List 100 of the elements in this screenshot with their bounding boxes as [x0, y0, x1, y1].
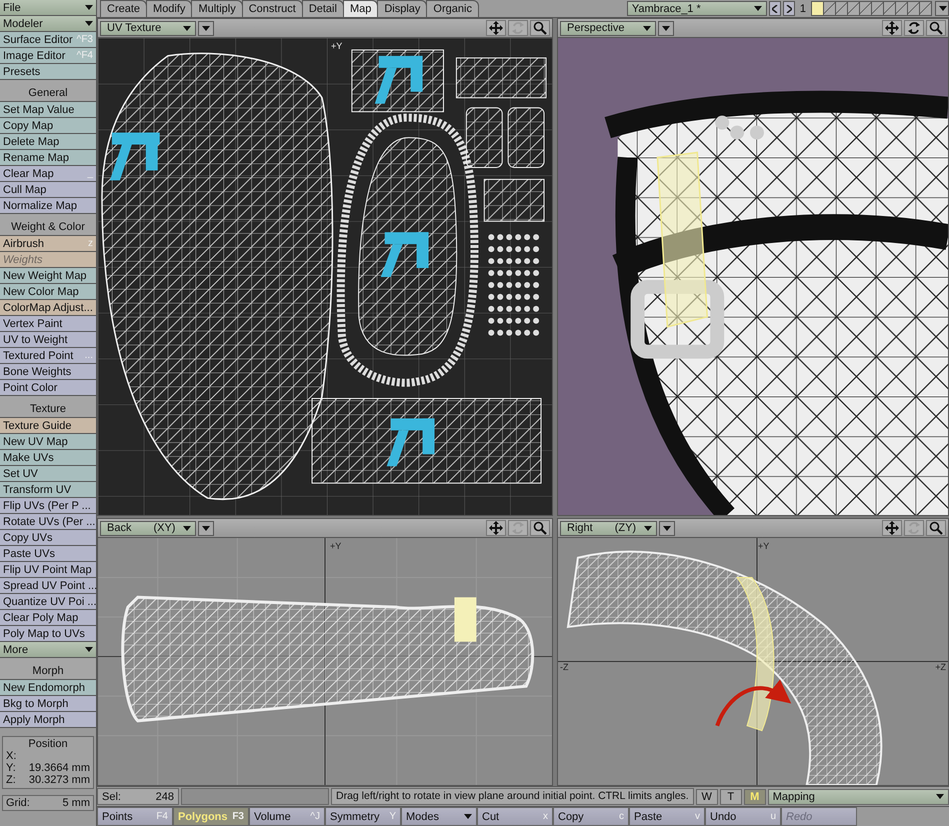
tool-button[interactable]: Poly Map to UVs	[0, 626, 96, 642]
caret-icon	[183, 26, 191, 30]
tool-button[interactable]: Rotate UVs (Per ...	[0, 514, 96, 530]
search-button[interactable]	[926, 520, 946, 536]
tool-button[interactable]: Bone Weights	[0, 364, 96, 380]
view-dropdown[interactable]: Back (XY)	[100, 520, 196, 536]
layer-toggle[interactable]	[823, 1, 836, 16]
mapping-dropdown[interactable]: Mapping	[768, 788, 949, 805]
tool-button[interactable]: Paste UVs	[0, 546, 96, 562]
tool-button[interactable]: Image Editor ^F4	[0, 48, 96, 64]
view-dropdown[interactable]: UV Texture	[100, 20, 196, 36]
rotate-button[interactable]	[904, 20, 924, 36]
modes-dropdown[interactable]: Modes	[401, 807, 477, 826]
tool-button[interactable]: Set UV	[0, 466, 96, 482]
object-dropdown[interactable]: Yambrace_1 *	[626, 1, 767, 16]
tab[interactable]: Display	[377, 0, 428, 17]
move-button[interactable]	[486, 20, 506, 36]
tool-button[interactable]: Airbrush z	[0, 236, 96, 252]
caret-icon	[85, 21, 93, 26]
tab[interactable]: Create	[100, 0, 148, 17]
tool-button[interactable]: Surface Editor ^F3	[0, 32, 96, 48]
tool-button[interactable]: Clear Map _	[0, 166, 96, 182]
layer-toggle[interactable]	[895, 1, 908, 16]
layer-toggle[interactable]	[883, 1, 896, 16]
toolbar-button[interactable]: Volume ^J	[249, 807, 325, 826]
toolbar-button[interactable]: Points F4	[97, 807, 173, 826]
tool-button[interactable]: Flip UV Point Map	[0, 562, 96, 578]
mode-button[interactable]: T	[720, 788, 742, 805]
layer-toggle[interactable]	[871, 1, 884, 16]
tool-button[interactable]: Delete Map	[0, 134, 96, 150]
toolbar-button[interactable]: Paste v	[629, 807, 705, 826]
search-button[interactable]	[926, 20, 946, 36]
tool-button[interactable]: Copy UVs	[0, 530, 96, 546]
tool-button[interactable]: New Color Map	[0, 284, 96, 300]
menu-dropdown[interactable]: More	[0, 642, 96, 658]
toolbar-button[interactable]: Cut x	[477, 807, 553, 826]
options-dropdown[interactable]	[658, 20, 674, 36]
view-dropdown[interactable]: Right (ZY)	[560, 520, 658, 536]
layer-toggle[interactable]	[835, 1, 848, 16]
menu-dropdown[interactable]: File	[0, 0, 96, 16]
tool-button[interactable]: Apply Morph	[0, 712, 96, 728]
move-button[interactable]	[486, 520, 506, 536]
tool-button[interactable]: Normalize Map	[0, 198, 96, 214]
tab[interactable]: Construct	[242, 0, 303, 17]
tool-button[interactable]: Texture Guide	[0, 418, 96, 434]
tool-button[interactable]: Transform UV	[0, 482, 96, 498]
toolbar-button[interactable]: Undo u	[705, 807, 781, 826]
layer-toggle[interactable]	[847, 1, 860, 16]
tool-button[interactable]: Copy Map	[0, 118, 96, 134]
layer-toggle[interactable]	[811, 1, 824, 16]
move-button[interactable]	[882, 20, 902, 36]
toolbar-button[interactable]: Copy c	[553, 807, 629, 826]
tool-button[interactable]: Cull Map	[0, 182, 96, 198]
options-dropdown[interactable]	[198, 20, 214, 36]
tool-button[interactable]: Textured Point ...	[0, 348, 96, 364]
status-message: Drag left/right to rotate in view plane around initial point. CTRL limits angles.	[331, 788, 694, 806]
caret-icon	[936, 794, 944, 800]
tool-button[interactable]: Flip UVs (Per P ...	[0, 498, 96, 514]
tool-button[interactable]: Make UVs	[0, 450, 96, 466]
options-dropdown[interactable]	[198, 520, 214, 536]
options-dropdown[interactable]	[659, 520, 676, 536]
caret-icon	[202, 526, 210, 530]
tool-button[interactable]: Rename Map	[0, 150, 96, 166]
tool-button[interactable]: Clear Poly Map	[0, 610, 96, 626]
tool-button[interactable]: Quantize UV Poi ...	[0, 594, 96, 610]
axis-label: +Z	[935, 662, 946, 672]
tool-button[interactable]: Set Map Value	[0, 102, 96, 118]
tool-button[interactable]: Point Color	[0, 380, 96, 396]
menu-dropdown[interactable]: Modeler	[0, 16, 96, 32]
mode-button[interactable]: W	[696, 788, 718, 805]
tab[interactable]: Multiply	[191, 0, 243, 17]
tab[interactable]: Organic	[426, 0, 479, 17]
tool-button[interactable]: New UV Map	[0, 434, 96, 450]
tab[interactable]: Map	[342, 0, 378, 17]
selection-label: Sel:	[102, 790, 121, 803]
search-icon	[533, 521, 547, 535]
layer-toggle[interactable]	[907, 1, 920, 16]
search-button[interactable]	[530, 520, 550, 536]
tool-button[interactable]: ColorMap Adjust...	[0, 300, 96, 316]
view-dropdown[interactable]: Perspective	[560, 20, 656, 36]
tool-button[interactable]: Spread UV Point ...	[0, 578, 96, 594]
previous-button[interactable]	[768, 1, 781, 16]
toolbar-button[interactable]: Symmetry Y	[325, 807, 401, 826]
tool-button[interactable]: Vertex Paint	[0, 316, 96, 332]
section-header: Morph	[0, 658, 96, 680]
next-button[interactable]	[782, 1, 795, 16]
layer-toggle[interactable]	[919, 1, 932, 16]
tool-button[interactable]: New Weight Map	[0, 268, 96, 284]
tool-button[interactable]: Presets	[0, 64, 96, 80]
section-header: Weight & Color	[0, 214, 96, 236]
tab[interactable]: Detail	[302, 0, 344, 17]
tab[interactable]: Modify	[146, 0, 192, 17]
caret-icon	[643, 26, 651, 30]
tool-button[interactable]: UV to Weight	[0, 332, 96, 348]
tool-button[interactable]: Bkg to Morph	[0, 696, 96, 712]
search-button[interactable]	[530, 20, 550, 36]
move-button[interactable]	[882, 520, 902, 536]
layer-dropdown[interactable]	[935, 1, 949, 16]
tool-button[interactable]: New Endomorph	[0, 680, 96, 696]
layer-toggle[interactable]	[859, 1, 872, 16]
